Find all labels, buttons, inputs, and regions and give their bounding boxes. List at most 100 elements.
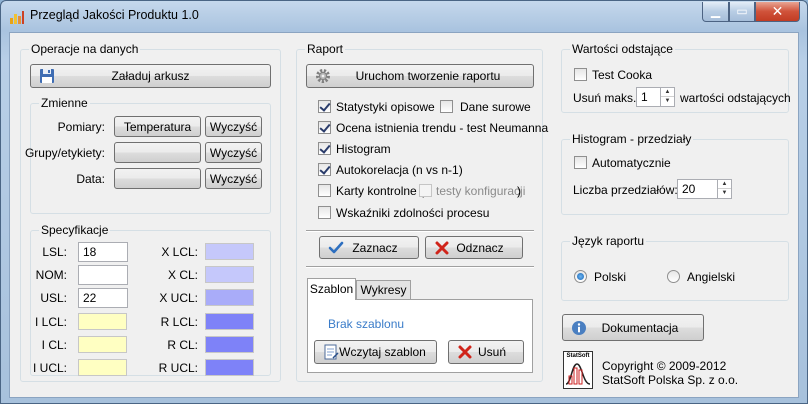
- desc-stats-label[interactable]: Statystyki opisowe: [336, 100, 435, 114]
- nom-label: NOM:: [35, 268, 67, 282]
- bins-count-spin[interactable]: ▲ ▼: [717, 180, 731, 198]
- rlcl-label: R LCL:: [160, 315, 198, 329]
- trend-test-checkbox[interactable]: [318, 121, 331, 134]
- report-group: Raport Uruchom tworzenie raportu Statyst…: [296, 42, 548, 382]
- capability-checkbox[interactable]: [318, 206, 331, 219]
- date-label: Data:: [76, 172, 105, 186]
- spin-down-icon[interactable]: ▼: [718, 189, 731, 198]
- spin-up-icon[interactable]: ▲: [661, 88, 674, 97]
- cook-test-label[interactable]: Test Cooka: [592, 68, 652, 82]
- xucl-label: X UCL:: [159, 291, 198, 305]
- bell-curve-icon: [565, 363, 591, 385]
- groups-variable-button[interactable]: [114, 142, 201, 163]
- title-bar[interactable]: Przegląd Jakości Produktu 1.0 ▁ ▭ ✕: [1, 1, 807, 31]
- clear-measurements-button[interactable]: Wyczyść: [205, 116, 262, 137]
- lsl-input[interactable]: [78, 242, 128, 262]
- load-template-button[interactable]: Wczytaj szablon: [314, 340, 437, 364]
- histogram-checkbox[interactable]: [318, 142, 331, 155]
- remove-max-label: Usuń maks.: [573, 91, 637, 105]
- nom-input[interactable]: [78, 265, 128, 285]
- load-sheet-button[interactable]: Załaduj arkusz: [30, 64, 271, 88]
- spin-down-icon[interactable]: ▼: [661, 97, 674, 106]
- autocorrelation-label[interactable]: Autokorelacja (n vs n-1): [336, 163, 463, 177]
- xucl-swatch[interactable]: [205, 289, 254, 306]
- polish-label[interactable]: Polski: [594, 270, 626, 284]
- app-icon: [10, 11, 24, 24]
- xlcl-swatch[interactable]: [205, 243, 254, 260]
- outliers-suffix-label: wartości odstających: [680, 91, 791, 105]
- rcl-swatch[interactable]: [205, 336, 254, 353]
- xcl-swatch[interactable]: [205, 266, 254, 283]
- iucl-label: I UCL:: [32, 361, 67, 375]
- iucl-swatch[interactable]: [78, 359, 127, 376]
- measurements-variable-button[interactable]: Temperatura: [114, 116, 201, 137]
- bins-count-stepper[interactable]: 20 ▲ ▼: [677, 179, 732, 199]
- variables-group: Zmienne Pomiary: Temperatura Wyczyść Gru…: [25, 96, 271, 214]
- report-language-title: Język raportu: [570, 234, 647, 248]
- auto-bins-checkbox[interactable]: [574, 156, 587, 169]
- measurements-label: Pomiary:: [57, 120, 105, 134]
- rucl-label: R UCL:: [158, 361, 198, 375]
- xlcl-label: X LCL:: [161, 245, 198, 259]
- control-charts-checkbox[interactable]: [318, 184, 331, 197]
- close-icon: ✕: [771, 3, 784, 19]
- test-config-checkbox[interactable]: [419, 184, 432, 197]
- rlcl-swatch[interactable]: [205, 313, 254, 330]
- usl-input[interactable]: [78, 288, 128, 308]
- date-variable-button[interactable]: [114, 168, 201, 189]
- trend-test-label[interactable]: Ocena istnienia trendu - test Neumanna: [336, 121, 548, 135]
- desc-stats-checkbox[interactable]: [318, 100, 331, 113]
- clear-measurements-label: Wyczyść: [209, 119, 258, 134]
- report-divider-bottom: [306, 266, 534, 268]
- deselect-all-button[interactable]: Odznacz: [425, 236, 523, 259]
- auto-bins-label[interactable]: Automatycznie: [592, 156, 671, 170]
- capability-label[interactable]: Wskaźniki zdolności procesu: [336, 206, 489, 220]
- clear-groups-button[interactable]: Wyczyść: [205, 142, 262, 163]
- polish-radio[interactable]: [574, 270, 587, 283]
- no-template-label: Brak szablonu: [328, 317, 405, 331]
- ilcl-swatch[interactable]: [78, 313, 127, 330]
- ilcl-label: I LCL:: [34, 315, 67, 329]
- tab-charts[interactable]: Wykresy: [356, 280, 411, 300]
- icl-swatch[interactable]: [78, 336, 127, 353]
- rucl-swatch[interactable]: [205, 359, 254, 376]
- remove-template-button[interactable]: Usuń: [448, 340, 524, 364]
- remove-template-label: Usuń: [477, 345, 506, 359]
- data-operations-title: Operacje na danych: [29, 42, 141, 56]
- variables-title: Zmienne: [39, 96, 90, 110]
- report-language-group: Język raportu Polski Angielski: [561, 234, 789, 301]
- app-window: Przegląd Jakości Produktu 1.0 ▁ ▭ ✕ Oper…: [0, 0, 808, 404]
- maximize-button[interactable]: ▭: [729, 2, 755, 22]
- raw-data-checkbox[interactable]: [440, 100, 453, 113]
- cook-test-checkbox[interactable]: [574, 68, 587, 81]
- select-all-button[interactable]: Zaznacz: [319, 236, 419, 259]
- specifications-title: Specyfikacje: [39, 223, 111, 237]
- outliers-title: Wartości odstające: [570, 42, 675, 56]
- documentation-button[interactable]: Dokumentacja: [562, 314, 704, 341]
- clear-date-button[interactable]: Wyczyść: [205, 168, 262, 189]
- statsoft-logo-text: StatSoft: [566, 353, 590, 359]
- close-button[interactable]: ✕: [755, 2, 800, 22]
- control-charts-label[interactable]: Karty kontrolne (: [336, 184, 424, 198]
- histogram-label[interactable]: Histogram: [336, 142, 391, 156]
- select-all-label: Zaznacz: [352, 240, 398, 255]
- lsl-label: LSL:: [42, 245, 67, 259]
- raw-data-label[interactable]: Dane surowe: [460, 100, 531, 114]
- load-sheet-label: Załaduj arkusz: [111, 69, 190, 83]
- english-label[interactable]: Angielski: [687, 270, 735, 284]
- window-title: Przegląd Jakości Produktu 1.0: [30, 8, 199, 22]
- tab-template[interactable]: Szablon: [307, 278, 356, 300]
- minimize-button[interactable]: ▁: [702, 2, 729, 22]
- remove-max-stepper[interactable]: 1 ▲ ▼: [636, 87, 675, 107]
- remove-max-spin[interactable]: ▲ ▼: [660, 88, 674, 106]
- specifications-group: Specyfikacje LSL: NOM: USL: I LCL: I CL:…: [30, 223, 271, 376]
- deselect-all-label: Odznacz: [456, 240, 504, 255]
- minimize-icon: ▁: [710, 4, 721, 18]
- run-report-button[interactable]: Uruchom tworzenie raportu: [306, 64, 534, 88]
- template-tab-panel: Brak szablonu Wczytaj szablon Usuń: [307, 299, 533, 373]
- english-radio[interactable]: [667, 270, 680, 283]
- main-panel: Operacje na danych Załaduj arkusz Zmienn…: [9, 32, 799, 398]
- tab-charts-label: Wykresy: [360, 283, 407, 297]
- autocorrelation-checkbox[interactable]: [318, 163, 331, 176]
- spin-up-icon[interactable]: ▲: [718, 180, 731, 189]
